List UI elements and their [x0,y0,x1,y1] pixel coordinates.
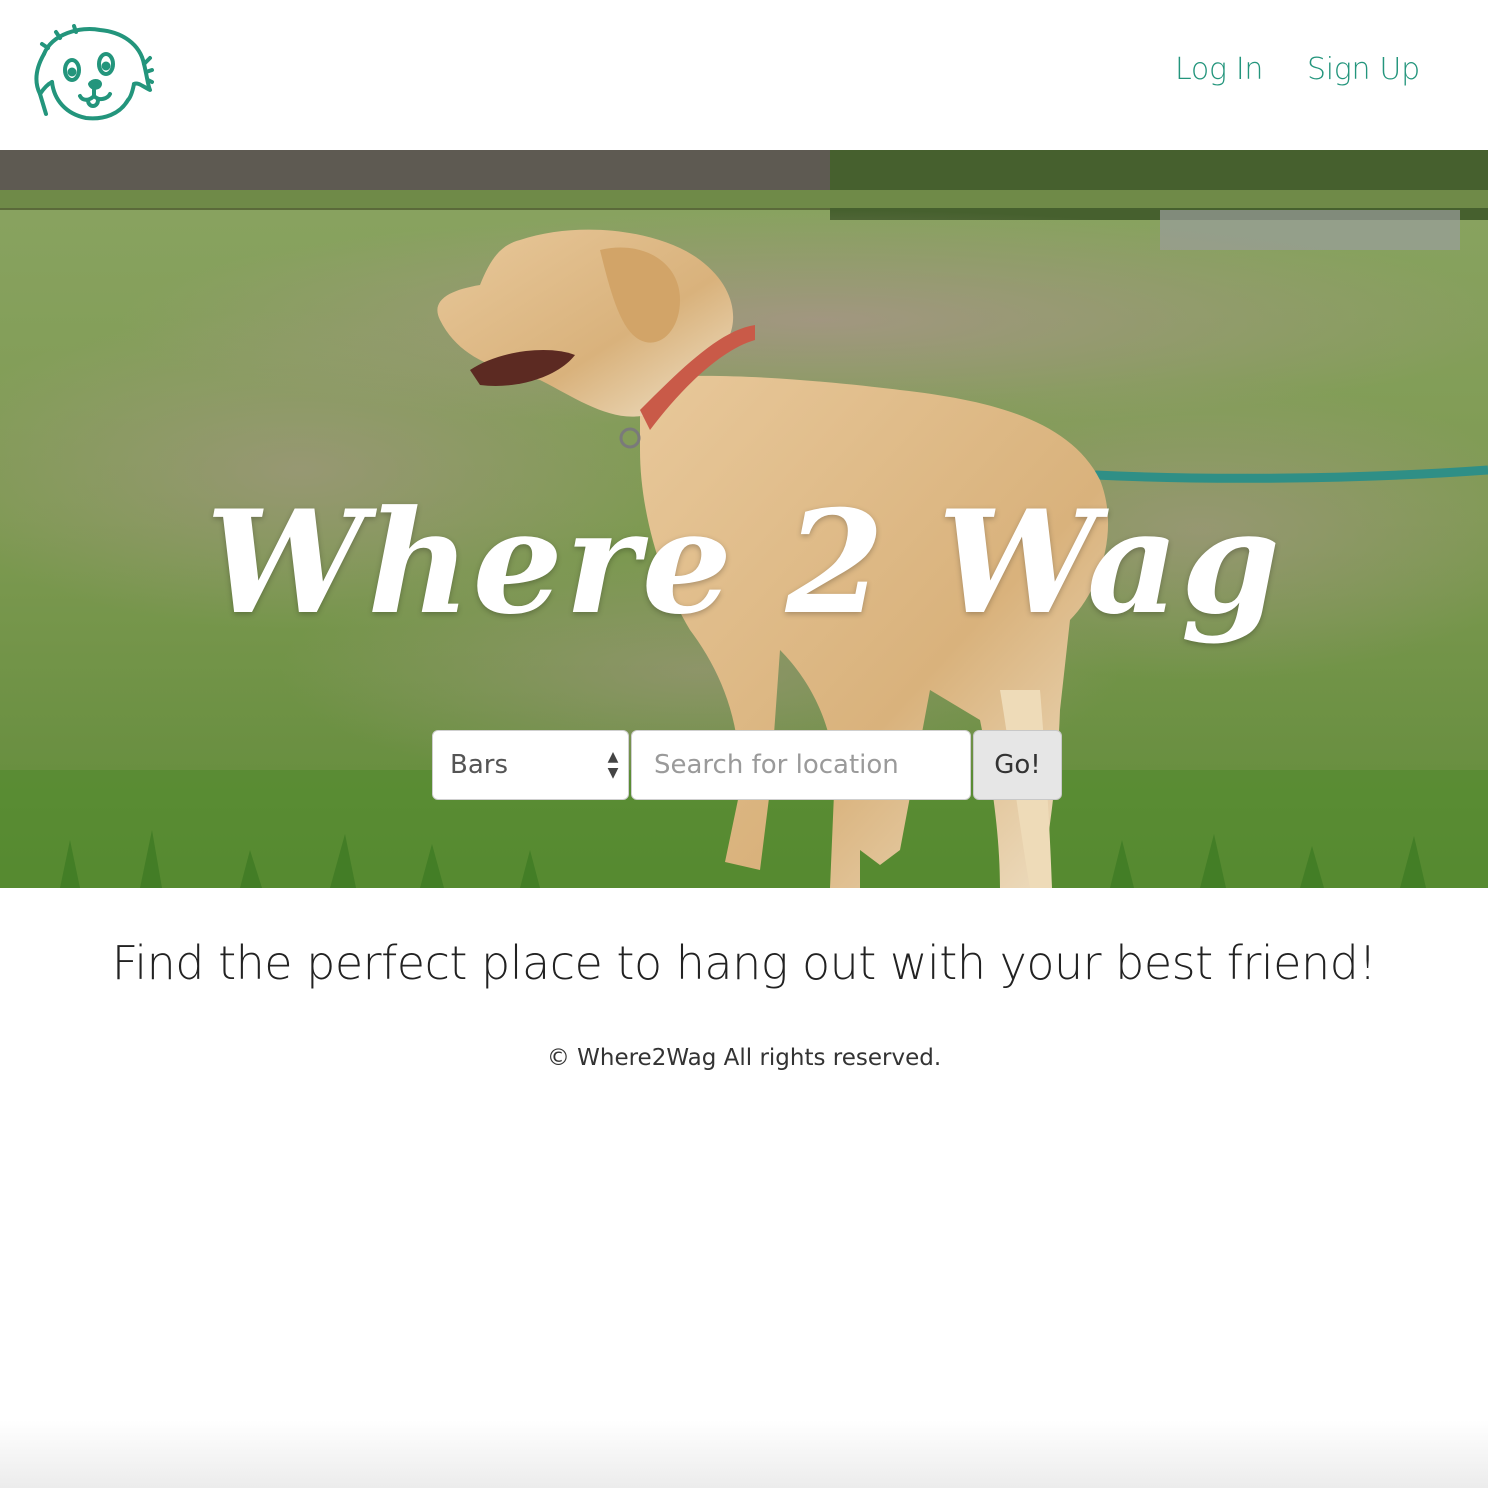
go-button[interactable]: Go! [973,730,1062,800]
signup-link[interactable]: Sign Up [1307,52,1420,87]
login-link[interactable]: Log In [1175,52,1263,87]
category-select[interactable]: Bars ▲ ▼ [432,730,629,800]
dog-logo-icon[interactable] [30,24,154,128]
site-header: Log In Sign Up [0,0,1488,150]
page-bottom-shade [0,1420,1488,1488]
tagline: Find the perfect place to hang out with … [111,936,1377,990]
category-selected-value: Bars [450,750,509,780]
hero-banner: Where 2 Wag Bars ▲▼ Go! [0,150,1488,888]
footer-copyright: © Where2Wag All rights reserved. [546,1045,942,1071]
select-arrows-icon: ▲ ▼ [607,749,619,781]
search-form: Bars ▲▼ Go! [432,730,1062,800]
location-search-input[interactable] [631,730,971,800]
landing-page: Log In Sign Up Where 2 Wag Bars ▲ ▼ Sear… [0,0,1488,1488]
hero-title: Where 2 Wag [205,480,1283,646]
